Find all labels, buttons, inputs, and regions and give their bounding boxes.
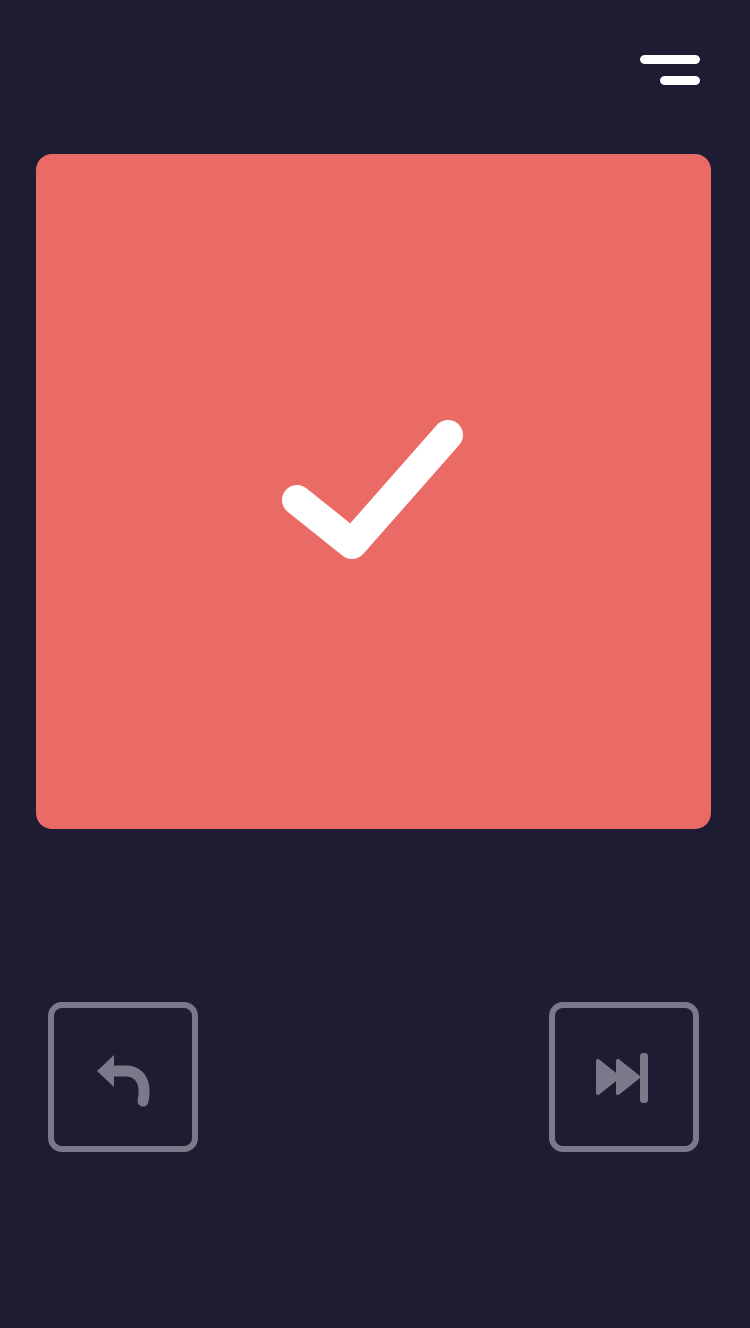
skip-button[interactable] xyxy=(549,1002,699,1152)
game-screen xyxy=(0,0,750,1328)
menu-icon-line-top xyxy=(640,55,700,64)
undo-button[interactable] xyxy=(48,1002,198,1152)
undo-arrow-icon xyxy=(97,1055,150,1107)
checkmark-icon xyxy=(282,420,463,559)
skip-forward-icon xyxy=(596,1053,648,1103)
menu-icon-line-bottom xyxy=(660,76,700,85)
menu-button[interactable] xyxy=(636,48,704,92)
